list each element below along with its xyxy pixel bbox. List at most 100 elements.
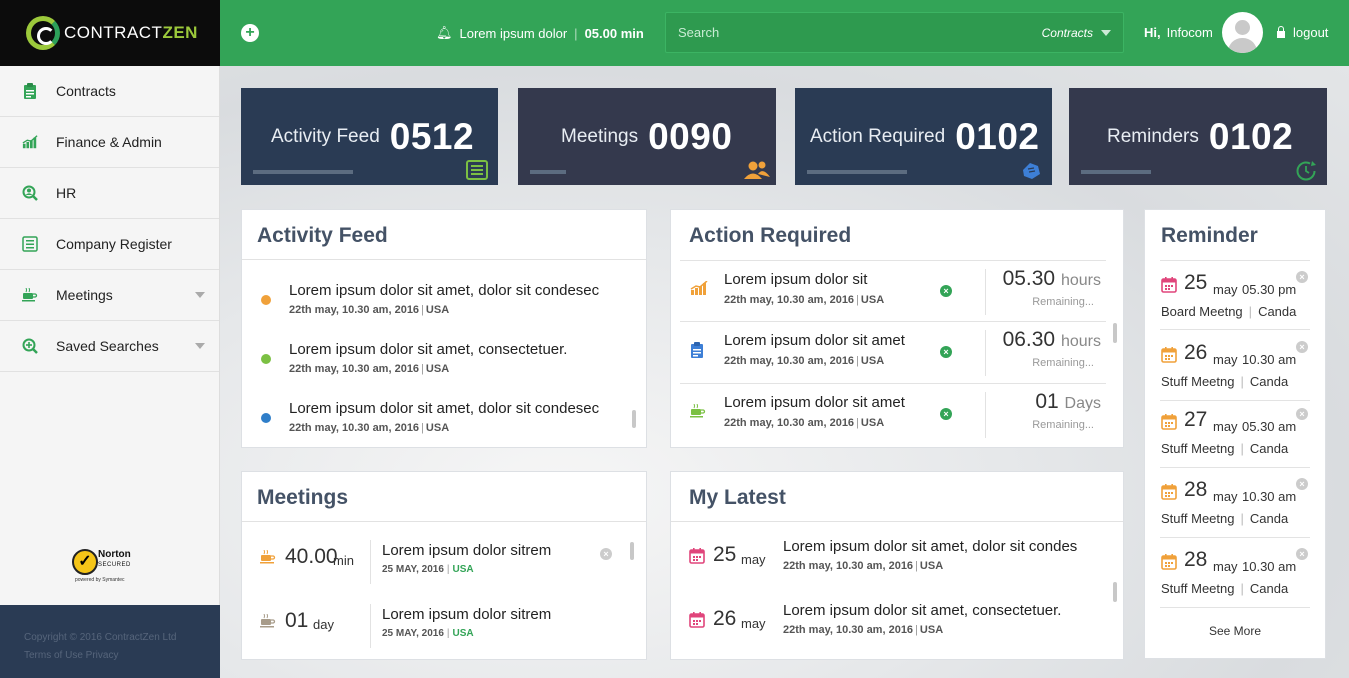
see-more-link[interactable]: See More (1145, 624, 1325, 638)
hand-icon (1020, 160, 1042, 182)
panel-title: My Latest (671, 472, 1123, 522)
tile-activity-feed[interactable]: Activity Feed 0512 (241, 88, 498, 185)
reminder-day: 26 (1184, 341, 1208, 364)
reminder-month: may (1213, 489, 1238, 504)
list-icon (22, 236, 38, 252)
user-name: Infocom (1166, 25, 1213, 40)
search-scope[interactable]: Contracts (1042, 26, 1093, 40)
greeting: Hi, Infocom (1144, 25, 1213, 40)
sidebar-item-saved-searches[interactable]: Saved Searches (0, 321, 219, 372)
meeting-duration: 01 (285, 609, 309, 632)
reminder-day: 27 (1184, 408, 1208, 431)
panel-title: Meetings (242, 472, 646, 522)
sidebar: Contracts Finance & Admin HR Company Reg… (0, 66, 220, 678)
user-search-icon (22, 185, 38, 201)
list-item[interactable]: Lorem ipsum dolor sit amet 22th may, 10.… (680, 322, 1106, 384)
close-icon[interactable]: × (940, 285, 952, 297)
logo-mark-icon (26, 16, 60, 50)
item-meta: 25 MAY, 2016 | USA (382, 628, 474, 639)
sidebar-item-contracts[interactable]: Contracts (0, 66, 219, 117)
close-icon[interactable]: × (940, 408, 952, 420)
calendar-icon (689, 548, 705, 564)
tile-label: Meetings (561, 125, 639, 147)
list-item[interactable]: 25 may 05.30 pm × Board Meetng | Canda (1160, 260, 1310, 330)
panel-title: Activity Feed (242, 210, 646, 260)
item-meta: 22th may, 10.30 am, 2016 | USA (783, 560, 944, 572)
tile-action-required[interactable]: Action Required 0102 (795, 88, 1052, 185)
calendar-icon (1161, 277, 1177, 293)
tile-label: Reminders (1107, 125, 1199, 147)
norton-badge[interactable]: ✓ Norton SECURED powered by Symantec (72, 546, 142, 586)
bell-icon: 🔔︎ (436, 25, 453, 40)
latest-month: may (741, 552, 766, 567)
tile-reminders[interactable]: Reminders 0102 (1069, 88, 1327, 185)
notification-text: Lorem ipsum dolor (459, 25, 568, 41)
sidebar-item-meetings[interactable]: Meetings (0, 270, 219, 321)
latest-month: may (741, 616, 766, 631)
add-icon[interactable]: + (241, 24, 259, 42)
tile-value: 0090 (648, 115, 733, 157)
search-input[interactable] (678, 25, 1042, 40)
avatar[interactable] (1222, 12, 1263, 53)
footer-links[interactable]: Terms of Use Privacy (24, 647, 220, 665)
notification-time: 05.00 min (584, 25, 644, 41)
scrollbar[interactable] (1113, 582, 1117, 602)
list-item[interactable]: 26 may 10.30 am × Stuff Meetng | Canda (1160, 331, 1310, 401)
list-item[interactable]: 28 may 10.30 am × Stuff Meetng | Canda (1160, 468, 1310, 538)
sidebar-item-company-register[interactable]: Company Register (0, 219, 219, 270)
chevron-down-icon[interactable] (195, 343, 205, 349)
notification[interactable]: 🔔︎ Lorem ipsum dolor | 05.00 min (436, 25, 644, 41)
scrollbar[interactable] (632, 410, 636, 428)
item-text: Lorem ipsum dolor sit amet, consectetuer… (783, 602, 1062, 619)
meeting-duration: 40.00 (285, 545, 338, 568)
calendar-icon (689, 612, 705, 628)
close-icon[interactable]: × (1296, 271, 1308, 283)
sidebar-item-label: Meetings (56, 287, 113, 303)
logo[interactable]: CONTRACTZEN (0, 0, 220, 66)
chevron-down-icon[interactable] (1101, 29, 1111, 36)
list-item[interactable]: 28 may 10.30 am × Stuff Meetng | Canda (1160, 538, 1310, 608)
remaining-label: Remaining... (1032, 296, 1094, 308)
list-item[interactable]: 40.00 min Lorem ipsum dolor sitrem 25 MA… (252, 528, 632, 592)
close-icon[interactable]: × (1296, 478, 1308, 490)
close-icon[interactable]: × (1296, 341, 1308, 353)
list-item[interactable]: 01 day Lorem ipsum dolor sitrem 25 MAY, … (252, 592, 632, 656)
list-item[interactable]: 25 may Lorem ipsum dolor sit amet, dolor… (686, 530, 1116, 594)
close-icon[interactable]: × (1296, 408, 1308, 420)
divider (985, 330, 986, 376)
scrollbar[interactable] (1113, 323, 1117, 343)
list-item[interactable]: 26 may Lorem ipsum dolor sit amet, conse… (686, 594, 1116, 658)
time-value: 01 Days (1035, 390, 1101, 413)
sidebar-item-label: Finance & Admin (56, 134, 162, 150)
item-text: Lorem ipsum dolor sit (724, 271, 868, 288)
sidebar-item-finance-admin[interactable]: Finance & Admin (0, 117, 219, 168)
chevron-down-icon[interactable] (195, 292, 205, 298)
calendar-icon (1161, 554, 1177, 570)
tile-meetings[interactable]: Meetings 0090 (518, 88, 776, 185)
remaining-label: Remaining... (1032, 419, 1094, 431)
time-value: 06.30 hours (1002, 328, 1101, 351)
list-item[interactable]: 27 may 05.30 am × Stuff Meetng | Canda (1160, 398, 1310, 468)
list-item[interactable]: Lorem ipsum dolor sit amet 22th may, 10.… (680, 384, 1106, 446)
list-item[interactable]: Lorem ipsum dolor sit 22th may, 10.30 am… (680, 260, 1106, 322)
reminder-details: Stuff Meetng | Canda (1161, 581, 1289, 596)
reminder-time: 10.30 am (1242, 352, 1297, 367)
reminder-month: may (1213, 352, 1238, 367)
activity-feed-panel: Activity Feed Lorem ipsum dolor sit amet… (241, 209, 647, 448)
close-icon[interactable]: × (940, 346, 952, 358)
tile-bar (1081, 170, 1151, 174)
refresh-clock-icon (1295, 160, 1317, 182)
logout-button[interactable]: logout (1277, 25, 1328, 40)
scrollbar[interactable] (630, 542, 634, 560)
my-latest-panel: My Latest 25 may Lorem ipsum dolor sit a… (670, 471, 1124, 660)
reminder-month: may (1213, 559, 1238, 574)
sidebar-item-hr[interactable]: HR (0, 168, 219, 219)
close-icon[interactable]: × (1296, 548, 1308, 560)
checkmark-icon: ✓ (72, 549, 98, 575)
coffee-cup-icon (690, 403, 706, 420)
item-text: Lorem ipsum dolor sitrem (382, 542, 552, 559)
latest-day: 25 (713, 543, 737, 566)
tile-value: 0102 (1208, 115, 1294, 157)
close-icon[interactable]: × (600, 548, 612, 560)
bar-chart-icon (690, 280, 708, 297)
